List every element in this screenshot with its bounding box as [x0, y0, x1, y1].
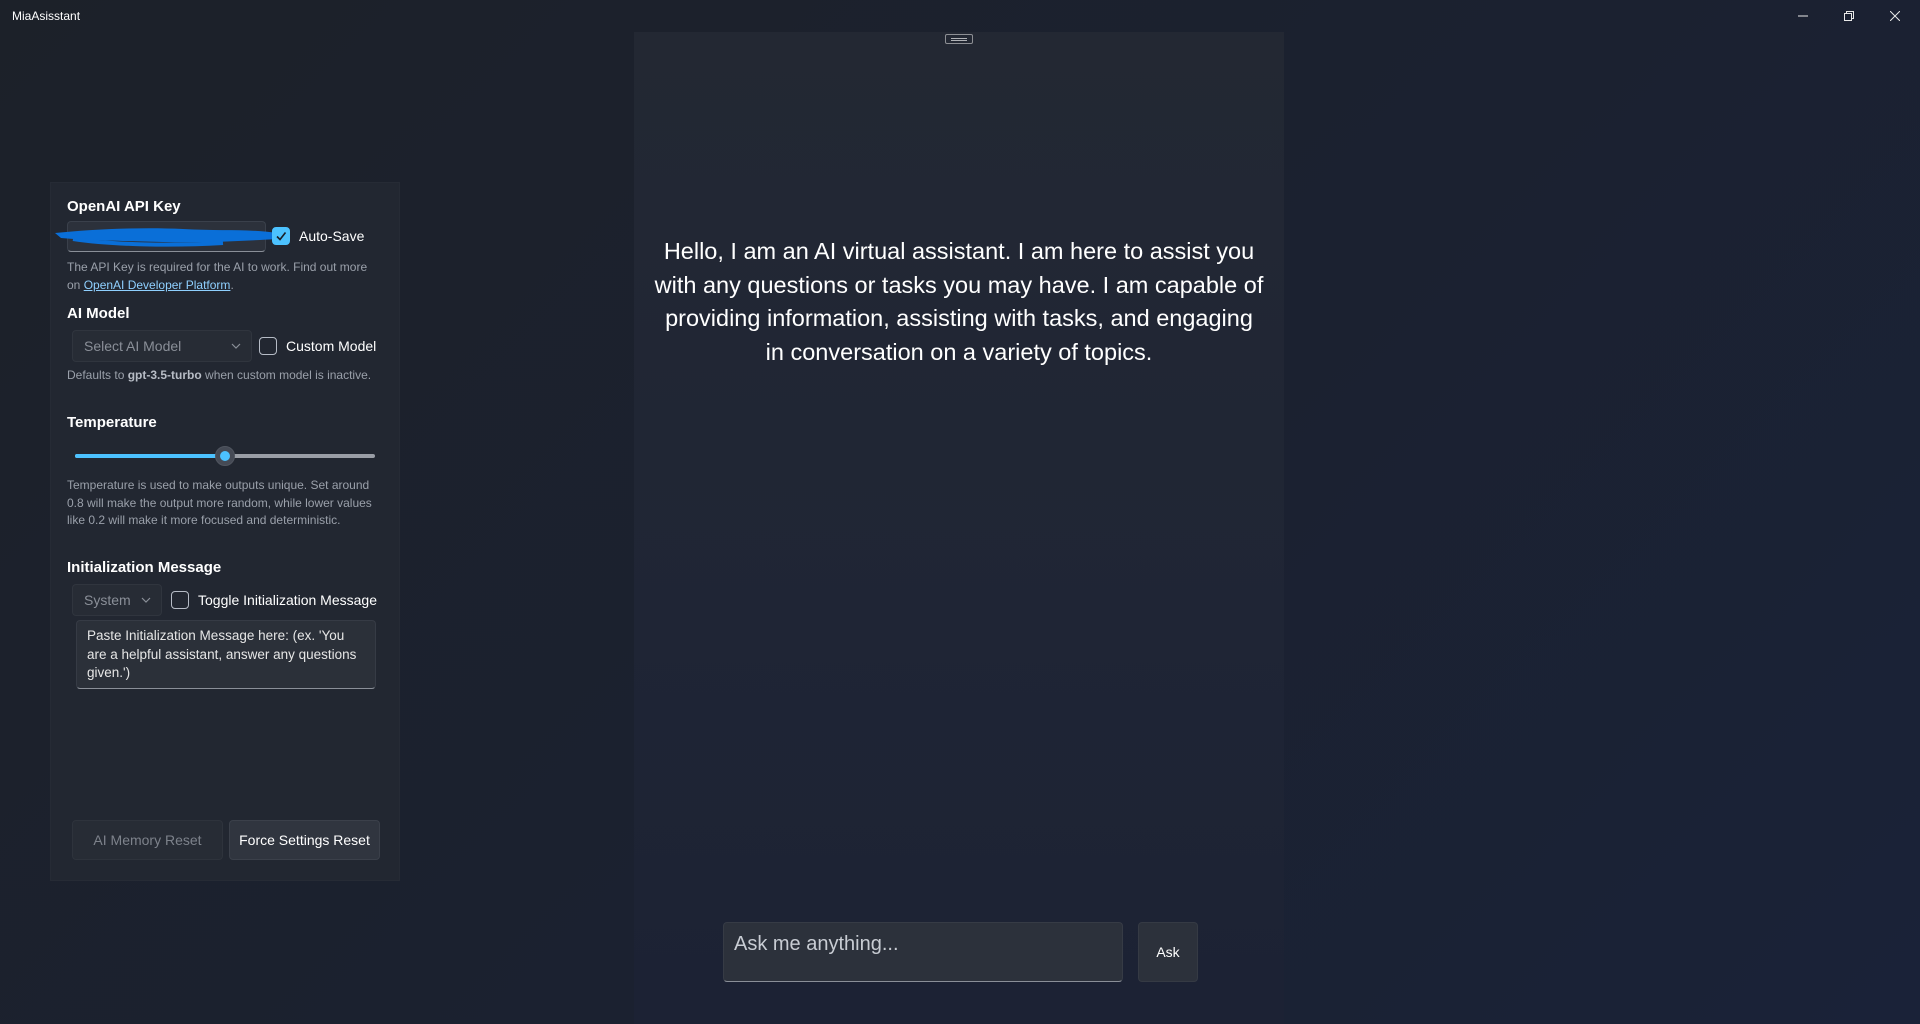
- ask-input[interactable]: Ask me anything...: [723, 922, 1123, 982]
- checkmark-icon: [276, 232, 287, 241]
- ai-model-heading: AI Model: [67, 305, 130, 322]
- ask-input-placeholder: Ask me anything...: [734, 933, 899, 955]
- api-key-heading: OpenAI API Key: [67, 198, 181, 215]
- temperature-heading: Temperature: [67, 414, 157, 431]
- custom-model-label: Custom Model: [286, 338, 377, 354]
- settings-panel: OpenAI API Key Auto-Save The API Key is …: [50, 182, 400, 881]
- force-settings-reset-button[interactable]: Force Settings Reset: [229, 820, 380, 860]
- minimize-icon: [1798, 15, 1808, 17]
- ask-button[interactable]: Ask: [1138, 922, 1198, 982]
- ai-model-help-prefix: Defaults to: [67, 368, 128, 382]
- temperature-slider[interactable]: [75, 446, 375, 466]
- auto-save-label: Auto-Save: [299, 228, 365, 244]
- assistant-greeting: Hello, I am an AI virtual assistant. I a…: [654, 238, 1264, 365]
- role-selected: System: [84, 592, 131, 608]
- chat-panel: Hello, I am an AI virtual assistant. I a…: [634, 32, 1284, 1024]
- redaction-scribble: [55, 228, 277, 247]
- title-bar: MiaAsisstant: [0, 0, 1920, 32]
- minimize-button[interactable]: [1780, 0, 1826, 32]
- drag-handle-icon[interactable]: [945, 34, 973, 44]
- close-button[interactable]: [1872, 0, 1918, 32]
- close-icon: [1890, 11, 1900, 21]
- app-title: MiaAsisstant: [12, 9, 81, 23]
- openai-platform-link[interactable]: OpenAI Developer Platform: [84, 278, 231, 292]
- temperature-help: Temperature is used to make outputs uniq…: [67, 478, 372, 527]
- chevron-down-icon: [141, 597, 151, 603]
- auto-save-checkbox[interactable]: [272, 227, 290, 245]
- ai-model-dropdown[interactable]: Select AI Model: [72, 330, 252, 362]
- temperature-slider-thumb[interactable]: [215, 446, 235, 466]
- custom-model-checkbox[interactable]: [259, 337, 277, 355]
- default-model-name: gpt-3.5-turbo: [127, 368, 202, 382]
- api-key-help: The API Key is required for the AI to wo…: [67, 259, 377, 294]
- temperature-slider-fill: [75, 454, 225, 458]
- ai-model-placeholder: Select AI Model: [84, 338, 182, 354]
- init-message-heading: Initialization Message: [67, 559, 222, 576]
- chevron-down-icon: [231, 343, 241, 349]
- toggle-init-message-label: Toggle Initialization Message: [198, 592, 377, 608]
- api-key-help-suffix: .: [230, 277, 234, 292]
- restore-icon: [1844, 11, 1854, 21]
- init-message-textarea[interactable]: Paste Initialization Message here: (ex. …: [76, 620, 376, 689]
- restore-button[interactable]: [1826, 0, 1872, 32]
- toggle-init-message-checkbox[interactable]: [171, 591, 189, 609]
- ai-model-help-suffix: when custom model is inactive.: [201, 368, 372, 382]
- ai-memory-reset-button[interactable]: AI Memory Reset: [72, 820, 223, 860]
- role-dropdown[interactable]: System: [72, 584, 162, 616]
- init-message-placeholder: Paste Initialization Message here: (ex. …: [87, 628, 357, 680]
- ai-model-help: Defaults to gpt-3.5-turbo when custom mo…: [67, 367, 377, 385]
